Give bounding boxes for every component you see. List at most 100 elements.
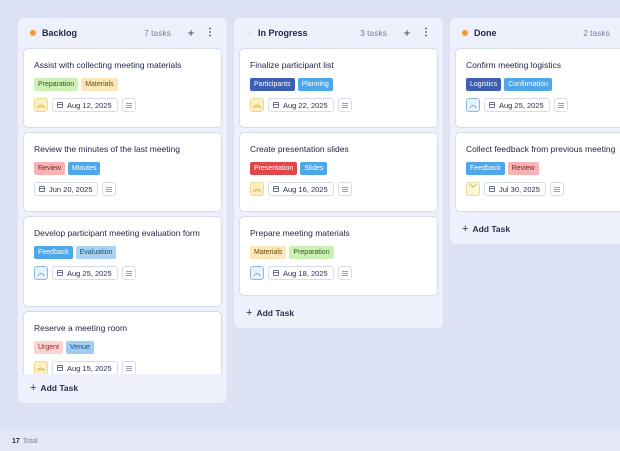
column-done: Done 2 tasks Confirm meeting logistics L… <box>450 18 620 244</box>
card-meta: ︿ Aug 25, 2025 <box>466 98 620 112</box>
column-header: Backlog 7 tasks + ⋮ <box>18 18 227 48</box>
description-icon[interactable] <box>553 98 568 112</box>
task-card[interactable]: Confirm meeting logistics Logistics Conf… <box>455 48 620 128</box>
card-list[interactable]: Assist with collecting meeting materials… <box>23 48 222 374</box>
card-meta: ︿ Aug 25, 2025 <box>34 266 211 280</box>
card-list[interactable]: Confirm meeting logistics Logistics Conf… <box>455 48 620 214</box>
task-card[interactable]: Prepare meeting materials Materials Prep… <box>239 216 438 296</box>
total-count: 17 <box>12 437 20 445</box>
more-options-icon[interactable]: ⋮ <box>203 27 217 39</box>
task-card[interactable]: Collect feedback from previous meeting F… <box>455 132 620 212</box>
tag: Participants <box>250 78 295 91</box>
priority-high-icon[interactable]: ︽ <box>250 98 264 112</box>
due-date[interactable]: Jul 30, 2025 <box>484 182 546 196</box>
tag-list: Presentation Slides <box>250 162 427 175</box>
due-date[interactable]: Aug 25, 2025 <box>484 98 550 112</box>
due-date[interactable]: Aug 22, 2025 <box>268 98 334 112</box>
tag-list: Feedback Evaluation <box>34 246 211 259</box>
column-header: Done 2 tasks <box>450 18 620 48</box>
card-title: Prepare meeting materials <box>250 228 350 238</box>
card-list[interactable]: Finalize participant list Participants P… <box>239 48 438 298</box>
card-title: Confirm meeting logistics <box>466 60 561 70</box>
add-task-button[interactable]: + Add Task <box>246 307 294 319</box>
card-meta: ︽ Aug 15, 2025 <box>34 361 211 374</box>
due-date-text: Aug 16, 2025 <box>283 184 328 194</box>
task-card[interactable]: Develop participant meeting evaluation f… <box>23 216 222 307</box>
description-icon[interactable] <box>549 182 564 196</box>
card-meta: Jun 20, 2025 <box>34 182 211 196</box>
due-date-text: Aug 25, 2025 <box>67 268 112 278</box>
due-date-text: Jul 30, 2025 <box>499 184 540 194</box>
card-meta: ︽ Aug 16, 2025 <box>250 182 427 196</box>
due-date-text: Aug 18, 2025 <box>283 268 328 278</box>
task-count: 3 tasks <box>360 28 387 38</box>
description-icon[interactable] <box>121 98 136 112</box>
due-date[interactable]: Aug 16, 2025 <box>268 182 334 196</box>
description-icon[interactable] <box>337 182 352 196</box>
card-title: Collect feedback from previous meeting <box>466 144 616 154</box>
column-title: Done <box>474 28 497 38</box>
status-dot <box>462 30 468 36</box>
more-options-icon[interactable]: ⋮ <box>419 27 433 39</box>
description-icon[interactable] <box>337 266 352 280</box>
tag: Logistics <box>466 78 502 91</box>
description-icon[interactable] <box>121 266 136 280</box>
due-date-text: Aug 22, 2025 <box>283 100 328 110</box>
calendar-icon <box>489 102 495 108</box>
card-title: Develop participant meeting evaluation f… <box>34 228 200 238</box>
column-title: Backlog <box>42 28 78 38</box>
priority-high-icon[interactable]: ︽ <box>34 98 48 112</box>
description-icon[interactable] <box>337 98 352 112</box>
priority-medium-icon[interactable]: ︿ <box>466 98 480 112</box>
tag: Preparation <box>34 78 79 91</box>
task-card[interactable]: Review the minutes of the last meeting R… <box>23 132 222 212</box>
task-card[interactable]: Reserve a meeting room Urgent Venue ︽ Au… <box>23 311 222 374</box>
calendar-icon <box>57 365 63 371</box>
tag-list: Review Minutes <box>34 162 211 175</box>
due-date[interactable]: Aug 12, 2025 <box>52 98 118 112</box>
due-date[interactable]: Jun 20, 2025 <box>34 182 99 196</box>
calendar-icon <box>489 186 495 192</box>
column-title: In Progress <box>258 28 308 38</box>
tag: Review <box>507 162 539 175</box>
tag-list: Logistics Confirmation <box>466 78 620 91</box>
add-task-button[interactable]: + Add Task <box>462 223 510 235</box>
tag: Planning <box>297 78 333 91</box>
due-date[interactable]: Aug 15, 2025 <box>52 361 118 374</box>
card-meta: ︽ Aug 12, 2025 <box>34 98 211 112</box>
card-meta: ︿ Aug 18, 2025 <box>250 266 427 280</box>
task-count: 7 tasks <box>144 28 171 38</box>
priority-low-icon[interactable]: ﹀ <box>466 182 480 196</box>
calendar-icon <box>57 102 63 108</box>
add-icon[interactable]: + <box>400 27 414 39</box>
tag: Confirmation <box>504 78 552 91</box>
description-icon[interactable] <box>102 182 117 196</box>
tag-list: Materials Preparation <box>250 246 427 259</box>
due-date[interactable]: Aug 18, 2025 <box>268 266 334 280</box>
plus-icon: + <box>462 223 469 235</box>
column-in-progress: In Progress 3 tasks + ⋮ Finalize partici… <box>234 18 443 328</box>
calendar-icon <box>39 186 45 192</box>
priority-medium-icon[interactable]: ︿ <box>34 266 48 280</box>
due-date-text: Aug 12, 2025 <box>67 100 112 110</box>
add-task-label: Add Task <box>472 224 511 234</box>
tag: Review <box>34 162 65 175</box>
task-card[interactable]: Assist with collecting meeting materials… <box>23 48 222 128</box>
tag: Materials <box>81 78 118 91</box>
priority-medium-icon[interactable]: ︿ <box>250 266 264 280</box>
description-icon[interactable] <box>121 361 136 374</box>
card-title: Review the minutes of the last meeting <box>34 144 180 154</box>
total-label: Total <box>22 437 38 445</box>
task-card[interactable]: Finalize participant list Participants P… <box>239 48 438 128</box>
priority-high-icon[interactable]: ︽ <box>250 182 264 196</box>
add-icon[interactable]: + <box>184 27 198 39</box>
add-task-button[interactable]: + Add Task <box>30 382 78 394</box>
due-date[interactable]: Aug 25, 2025 <box>52 266 118 280</box>
card-title: Assist with collecting meeting materials <box>34 60 182 70</box>
card-title: Create presentation slides <box>250 144 349 154</box>
tag: Preparation <box>289 246 334 259</box>
priority-high-icon[interactable]: ︽ <box>34 361 48 374</box>
task-card[interactable]: Create presentation slides Presentation … <box>239 132 438 212</box>
tag: Evaluation <box>75 246 117 259</box>
status-dot <box>246 30 252 36</box>
